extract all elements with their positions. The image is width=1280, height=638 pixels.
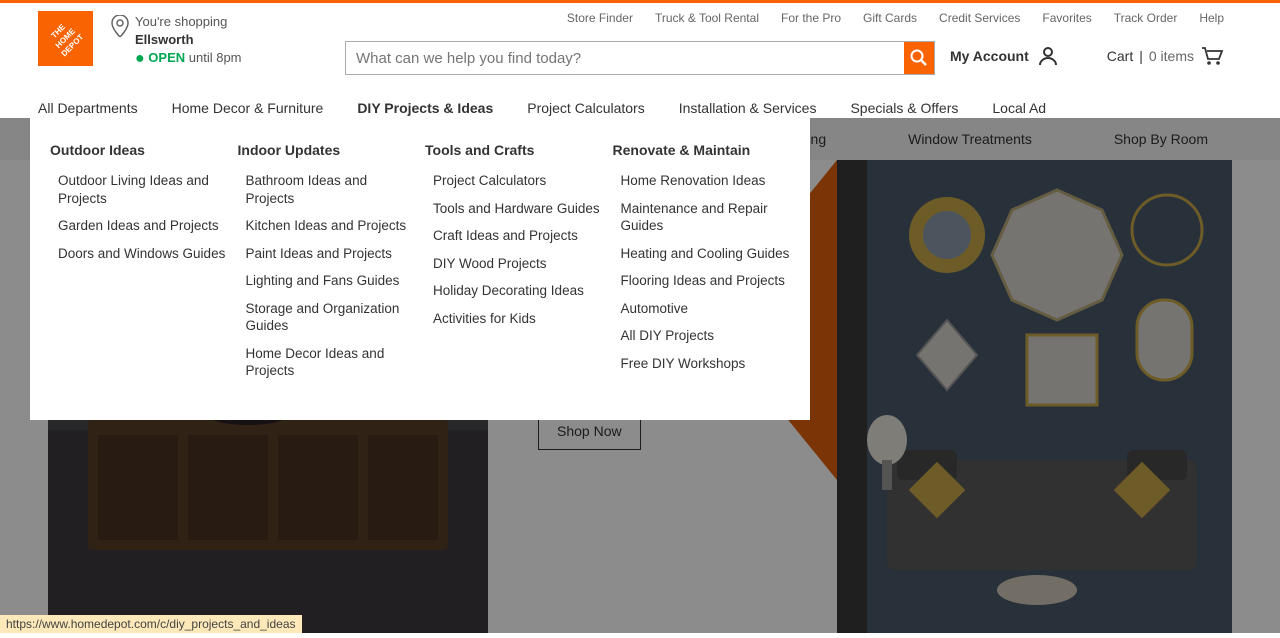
mega-col-renovate: Renovate & Maintain Home Renovation Idea… (613, 142, 791, 390)
mega-link[interactable]: Bathroom Ideas and Projects (238, 172, 416, 207)
util-gift-cards[interactable]: Gift Cards (863, 11, 917, 25)
map-pin-icon (111, 15, 129, 42)
search-input[interactable] (346, 42, 904, 74)
util-track-order[interactable]: Track Order (1114, 11, 1178, 25)
mega-link[interactable]: Kitchen Ideas and Projects (238, 217, 416, 235)
search-button[interactable] (904, 42, 934, 74)
util-for-pro[interactable]: For the Pro (781, 11, 841, 25)
cart-items: 0 items (1149, 48, 1194, 64)
mega-link[interactable]: Heating and Cooling Guides (613, 245, 791, 263)
mega-link[interactable]: Storage and Organization Guides (238, 300, 416, 335)
home-depot-logo[interactable]: THEHOMEDEPOT (38, 11, 93, 66)
mega-link[interactable]: Home Renovation Ideas (613, 172, 791, 190)
mega-link[interactable]: Maintenance and Repair Guides (613, 200, 791, 235)
cart[interactable]: Cart | 0 items (1107, 46, 1224, 66)
search-bar (345, 41, 935, 75)
mega-link[interactable]: Activities for Kids (425, 310, 603, 328)
mega-col-indoor: Indoor Updates Bathroom Ideas and Projec… (238, 142, 416, 390)
mega-col-tools: Tools and Crafts Project Calculators Too… (425, 142, 603, 390)
mega-link[interactable]: Free DIY Workshops (613, 355, 791, 373)
mega-link[interactable]: Holiday Decorating Ideas (425, 282, 603, 300)
mega-link[interactable]: Home Decor Ideas and Projects (238, 345, 416, 380)
mega-menu: Outdoor Ideas Outdoor Living Ideas and P… (30, 118, 810, 420)
mega-heading: Renovate & Maintain (613, 142, 791, 158)
cart-label: Cart (1107, 48, 1133, 64)
utility-nav: Store Finder Truck & Tool Rental For the… (567, 11, 1224, 25)
mega-link[interactable]: Craft Ideas and Projects (425, 227, 603, 245)
mega-link[interactable]: Tools and Hardware Guides (425, 200, 603, 218)
util-store-finder[interactable]: Store Finder (567, 11, 633, 25)
mega-link[interactable]: All DIY Projects (613, 327, 791, 345)
mega-heading: Outdoor Ideas (50, 142, 228, 158)
mega-link[interactable]: Lighting and Fans Guides (238, 272, 416, 290)
cart-icon (1200, 46, 1224, 66)
status-bar-url: https://www.homedepot.com/c/diy_projects… (0, 615, 302, 633)
util-help[interactable]: Help (1199, 11, 1224, 25)
store-name: Ellsworth (135, 31, 242, 49)
account-label: My Account (950, 48, 1029, 64)
store-location[interactable]: You're shopping Ellsworth ● OPEN until 8… (111, 13, 242, 70)
mega-link[interactable]: Project Calculators (425, 172, 603, 190)
mega-heading: Tools and Crafts (425, 142, 603, 158)
mega-link[interactable]: DIY Wood Projects (425, 255, 603, 273)
store-hours: ● OPEN until 8pm (135, 48, 242, 70)
mega-link[interactable]: Automotive (613, 300, 791, 318)
mega-link[interactable]: Paint Ideas and Projects (238, 245, 416, 263)
user-icon (1037, 45, 1059, 67)
mega-link[interactable]: Outdoor Living Ideas and Projects (50, 172, 228, 207)
search-icon (910, 49, 928, 67)
util-credit[interactable]: Credit Services (939, 11, 1020, 25)
mega-link[interactable]: Doors and Windows Guides (50, 245, 228, 263)
util-truck-rental[interactable]: Truck & Tool Rental (655, 11, 759, 25)
mega-link[interactable]: Flooring Ideas and Projects (613, 272, 791, 290)
my-account[interactable]: My Account (950, 45, 1059, 67)
shopping-label: You're shopping (135, 13, 242, 31)
mega-heading: Indoor Updates (238, 142, 416, 158)
cart-divider: | (1139, 48, 1143, 64)
util-favorites[interactable]: Favorites (1042, 11, 1091, 25)
mega-link[interactable]: Garden Ideas and Projects (50, 217, 228, 235)
mega-col-outdoor: Outdoor Ideas Outdoor Living Ideas and P… (50, 142, 228, 390)
